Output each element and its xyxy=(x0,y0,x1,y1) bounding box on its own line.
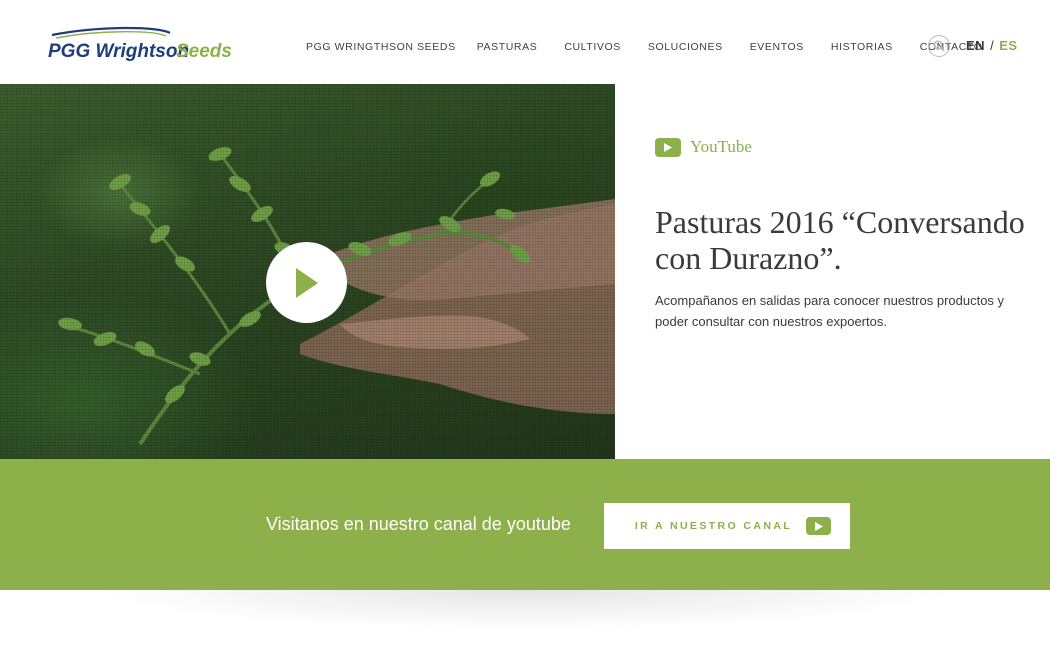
video-title: Pasturas 2016 “Conversando con Durazno”. xyxy=(655,204,1025,276)
language-switcher: EN / ES xyxy=(966,38,1018,53)
nav-item-cultivos[interactable]: CULTIVOS xyxy=(564,41,621,53)
main-nav: PGG WRINGTHSON SEEDS PASTURAS CULTIVOS S… xyxy=(306,41,1009,53)
youtube-icon xyxy=(655,137,681,157)
logo-text-secondary: Seeds xyxy=(176,41,232,62)
source-name: YouTube xyxy=(690,137,752,156)
brand-logo[interactable]: PGG Wrightson Seeds xyxy=(48,26,238,64)
play-button[interactable] xyxy=(266,242,347,323)
lang-separator: / xyxy=(990,38,995,53)
nav-item-pasturas[interactable]: PASTURAS xyxy=(477,41,538,53)
youtube-icon xyxy=(806,517,832,535)
go-to-channel-label: IR A NUESTRO CANAL xyxy=(634,520,793,532)
video-description: Acompañanos en salidas para conocer nues… xyxy=(655,293,1005,329)
nav-item-eventos[interactable]: EVENTOS xyxy=(750,41,804,53)
video-source-label: YouTube xyxy=(655,137,752,157)
nav-item-soluciones[interactable]: SOLUCIONES xyxy=(648,41,723,53)
go-to-channel-button[interactable]: IR A NUESTRO CANAL xyxy=(604,503,850,549)
site-header: PGG Wrightson Seeds PGG WRINGTHSON SEEDS… xyxy=(0,0,1050,84)
nav-item-company[interactable]: PGG WRINGTHSON SEEDS xyxy=(306,41,456,53)
logo-text-primary: PGG Wrightson xyxy=(48,41,189,62)
search-icon xyxy=(933,40,945,52)
play-icon xyxy=(295,267,318,298)
lang-en-link[interactable]: EN xyxy=(966,38,985,53)
search-button[interactable] xyxy=(928,35,950,57)
nav-item-historias[interactable]: HISTORIAS xyxy=(831,41,893,53)
band-shadow xyxy=(90,590,960,630)
video-thumbnail[interactable] xyxy=(0,84,615,459)
lang-es-link[interactable]: ES xyxy=(999,38,1017,53)
cta-text: Visitanos en nuestro canal de youtube xyxy=(266,514,571,534)
